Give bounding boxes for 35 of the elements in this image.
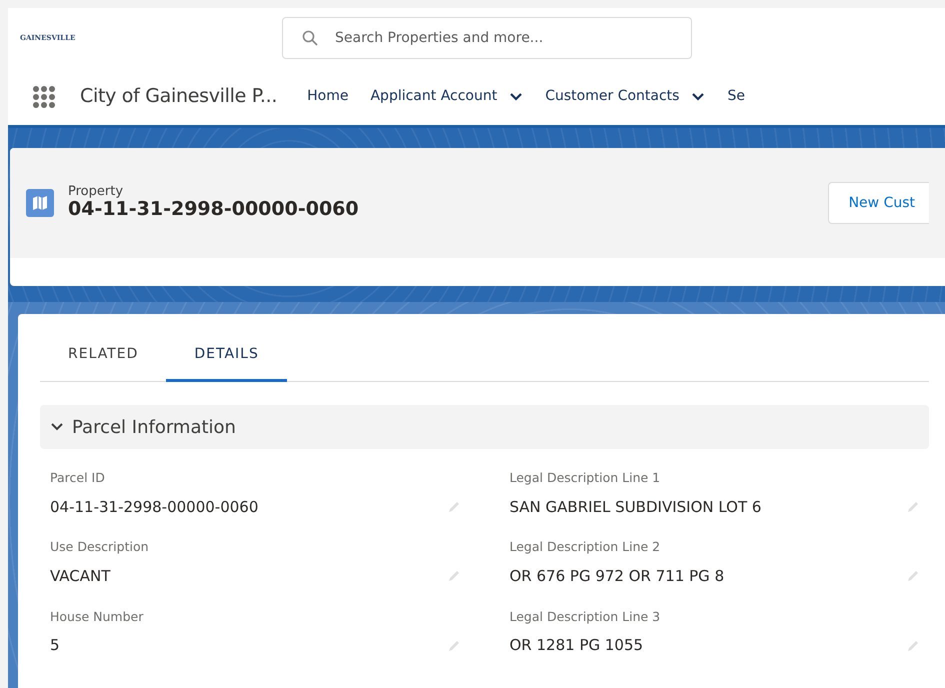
- field-value: SAN GABRIEL SUBDIVISION LOT 6: [510, 496, 762, 518]
- nav-item[interactable]: Applicant Account: [370, 86, 524, 107]
- tab[interactable]: RELATED: [40, 322, 166, 382]
- field-value: 5: [50, 635, 60, 656]
- search-field[interactable]: Search Properties and more...: [282, 17, 692, 59]
- chevron-down-icon: [691, 92, 706, 102]
- chevron-down-icon: [509, 92, 524, 102]
- pencil-icon[interactable]: [907, 640, 919, 652]
- field-value: VACANT: [50, 566, 110, 587]
- property-icon: [26, 189, 54, 217]
- field-label: Legal Description Line 3: [510, 608, 662, 626]
- field-label: Legal Description Line 2: [510, 538, 662, 556]
- field-value: OR 1281 PG 1055: [510, 635, 644, 656]
- pencil-icon[interactable]: [907, 570, 919, 582]
- field-value: 04-11-31-2998-00000-0060: [50, 496, 258, 518]
- nav-item[interactable]: Customer Contacts: [545, 86, 706, 107]
- object-label: Property: [68, 185, 124, 198]
- app-launcher-icon[interactable]: [32, 84, 56, 108]
- record-title: 04-11-31-2998-00000-0060: [68, 198, 359, 221]
- nav-item[interactable]: Se: [727, 86, 745, 107]
- nav-item[interactable]: Home: [307, 86, 348, 107]
- pencil-icon[interactable]: [448, 570, 460, 582]
- pencil-icon[interactable]: [907, 501, 919, 513]
- pencil-icon[interactable]: [448, 501, 460, 513]
- field-label: House Number: [50, 608, 144, 626]
- tab[interactable]: DETAILS: [166, 322, 287, 382]
- new-button[interactable]: New Cust: [828, 182, 929, 224]
- app-name: City of Gainesville P...: [80, 84, 278, 110]
- field-label: Legal Description Line 1: [510, 469, 662, 487]
- field-value: OR 676 PG 972 OR 711 PG 8: [510, 566, 724, 587]
- field-label: Parcel ID: [50, 469, 106, 487]
- search-icon: [302, 30, 318, 46]
- section-header[interactable]: Parcel Information: [40, 405, 929, 449]
- pencil-icon[interactable]: [448, 640, 460, 652]
- field-label: Use Description: [50, 538, 150, 556]
